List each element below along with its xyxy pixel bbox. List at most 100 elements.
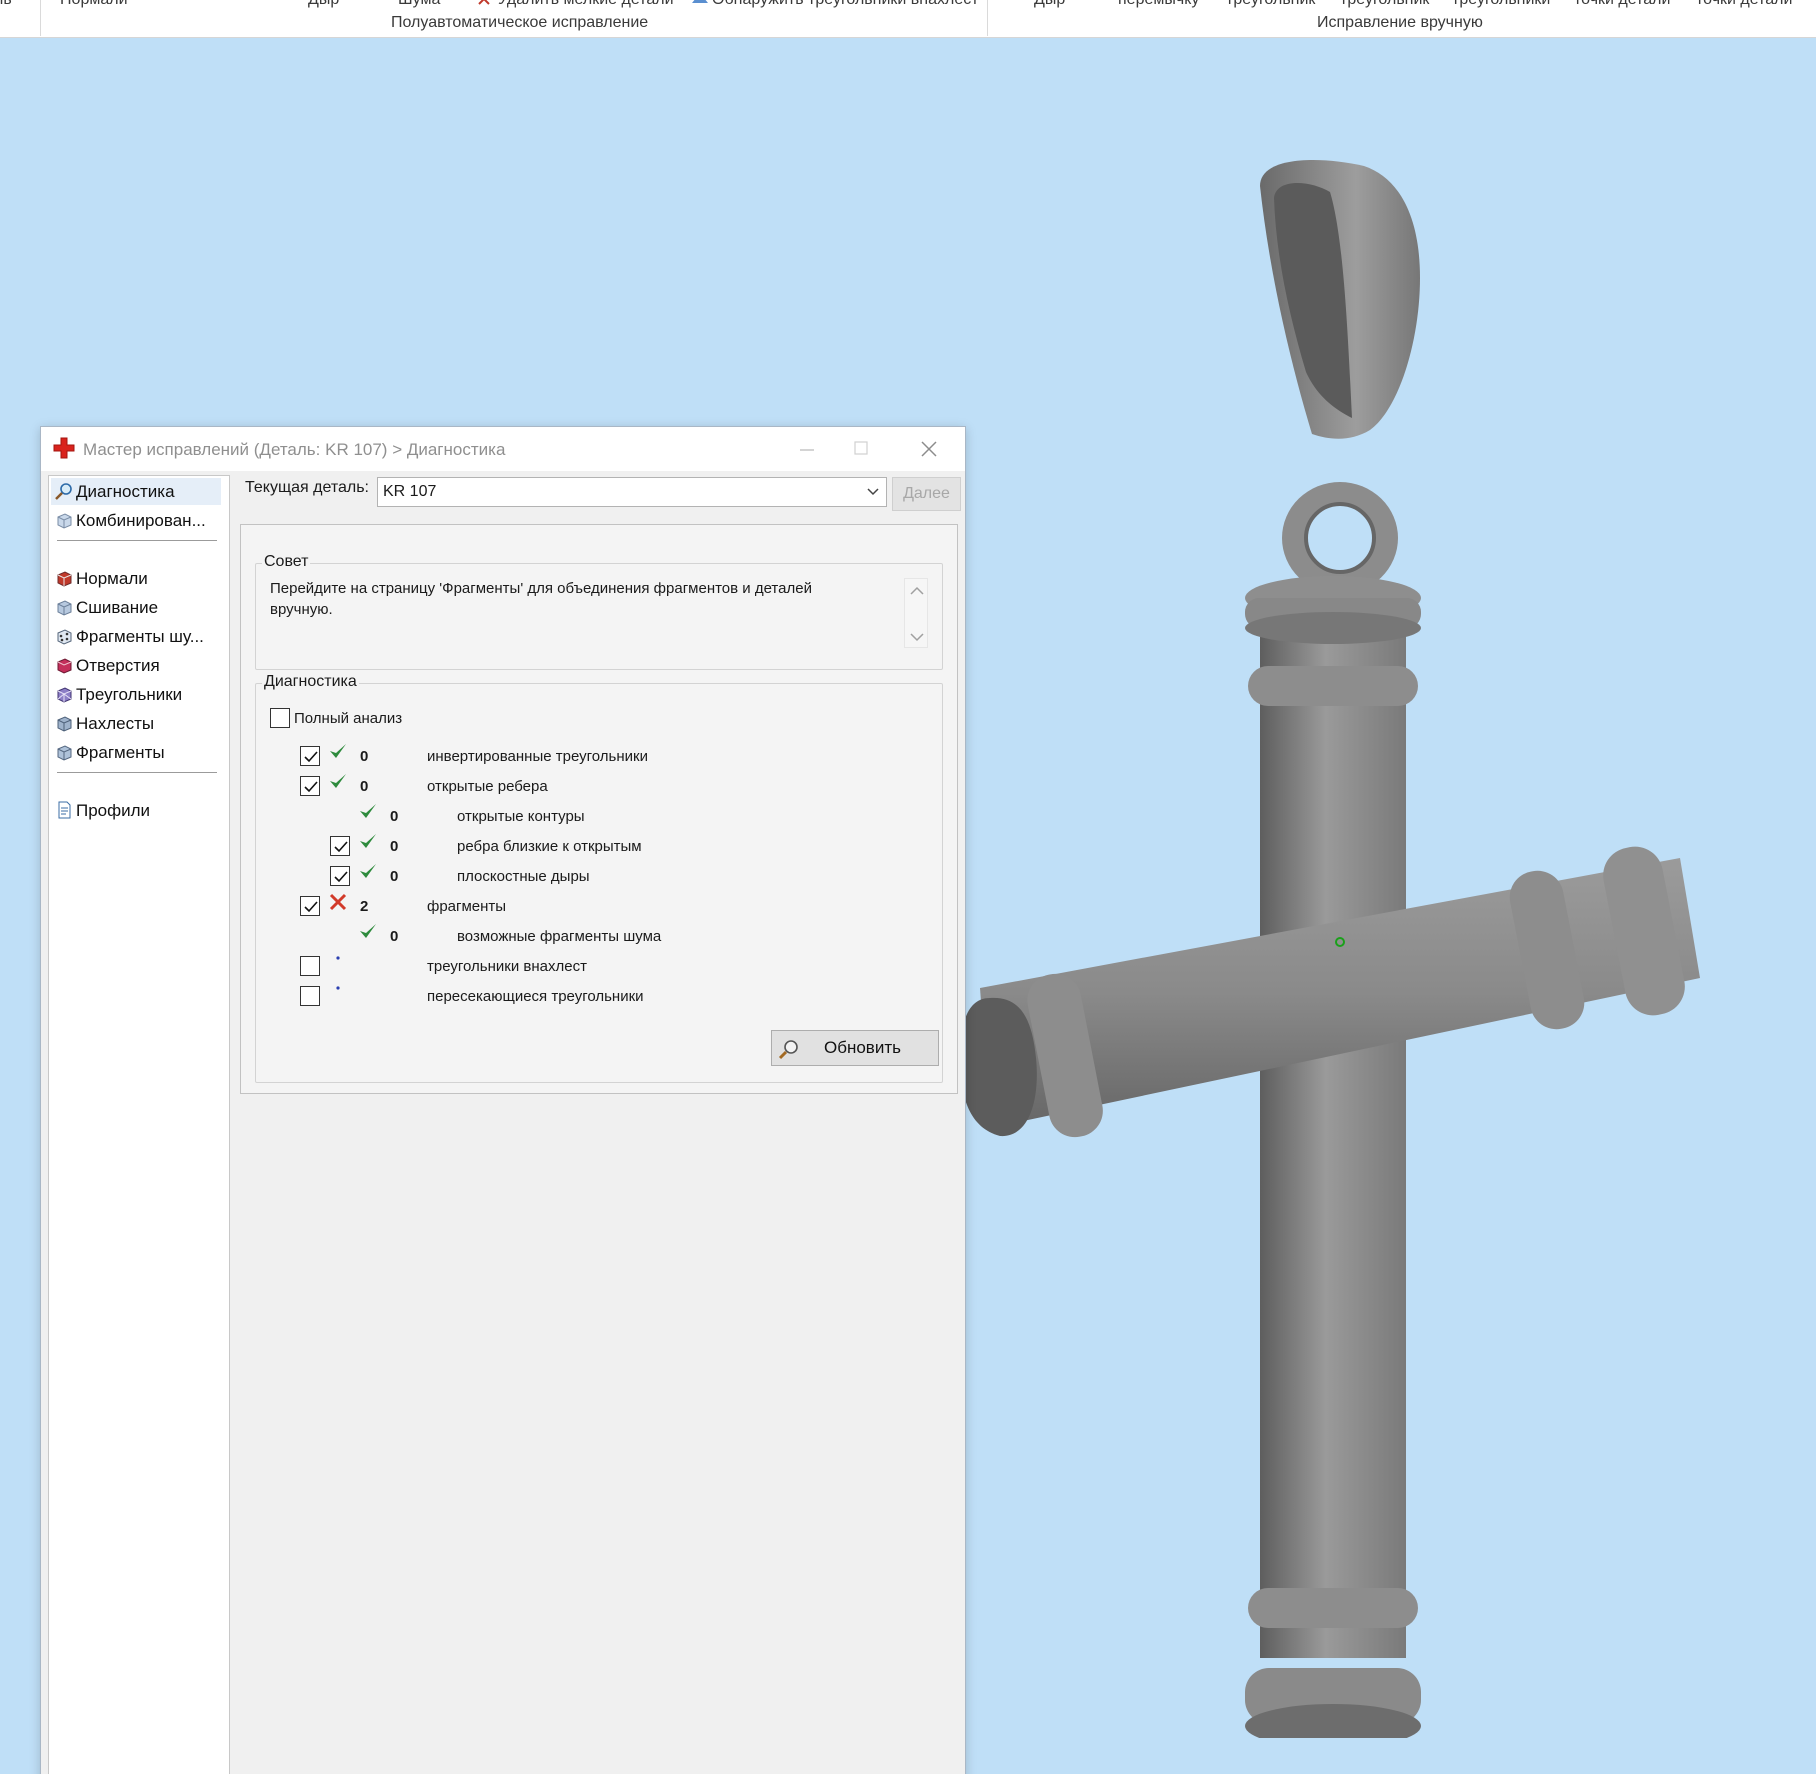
ribbon-normals-button[interactable]: Нормали <box>60 0 128 9</box>
nav-item-normals[interactable]: Нормали <box>51 565 221 592</box>
diagnostics-legend: Диагностика <box>262 673 359 691</box>
dialog-title: Мастер исправлений (Деталь: KR 107) > Ди… <box>83 440 506 459</box>
minimize-icon <box>800 449 814 451</box>
open-edges-checkbox[interactable] <box>300 776 320 796</box>
red-cross-icon <box>53 437 75 459</box>
minimize-button[interactable] <box>787 433 827 463</box>
current-part-dropdown[interactable]: KR 107 <box>377 477 887 507</box>
tip-scrollbar[interactable] <box>904 578 928 648</box>
check-icon <box>328 742 348 762</box>
ribbon-cut-label[interactable]: ль <box>0 0 12 9</box>
planar-holes-count: 0 <box>390 868 399 885</box>
ribbon-remove-small-button[interactable]: Удалить мелкие детали <box>476 0 674 9</box>
overlapping-triangles-checkbox[interactable] <box>300 956 320 976</box>
check-icon <box>358 802 378 822</box>
nav-item-noise-shells[interactable]: Фрагменты шу... <box>51 623 221 650</box>
ribbon-bridge-button[interactable]: перемычку <box>1118 0 1199 9</box>
full-analysis-row[interactable]: Полный анализ <box>270 706 470 732</box>
nav-item-overlaps[interactable]: Нахлесты <box>51 710 221 737</box>
ribbon-detect-overlaps-button[interactable]: Обнаружить треугольники внахлест <box>690 0 979 9</box>
nav-item-holes[interactable]: Отверстия <box>51 652 221 679</box>
ribbon-holes-button[interactable]: Дыр <box>308 0 339 9</box>
ribbon-divider <box>40 0 41 36</box>
nav-item-stitching[interactable]: Сшивание <box>51 594 221 621</box>
cube-icon <box>57 513 72 529</box>
diagnostics-group: Диагностика Полный анализ 0 инвертированн… <box>255 673 943 1083</box>
ribbon-add-triangle-button[interactable]: треугольник <box>1226 0 1315 9</box>
nav-item-triangles[interactable]: Треугольники <box>51 681 221 708</box>
chevron-down-icon <box>867 488 879 496</box>
shells-cube-icon <box>57 745 72 761</box>
refresh-button-label: Обновить <box>824 1038 901 1057</box>
tip-legend: Совет <box>262 553 311 571</box>
maximize-icon <box>854 441 868 455</box>
nav-separator <box>57 772 217 773</box>
ribbon: ль Нормали Дыр Шума Удалить мелкие детал… <box>0 0 1816 38</box>
dialog-titlebar[interactable]: Мастер исправлений (Деталь: KR 107) > Ди… <box>41 427 965 471</box>
nav-item-label: Сшивание <box>76 598 159 617</box>
diag-row-open-edges[interactable]: 0 открытые ребера <box>256 774 916 800</box>
nav-item-label: Профили <box>76 801 151 820</box>
diagnostics-panel: Совет Перейдите на страницу 'Фрагменты' … <box>240 524 958 1094</box>
overlapping-triangles-label: треугольники внахлест <box>427 958 587 975</box>
scroll-up-icon[interactable] <box>906 583 928 599</box>
full-analysis-checkbox[interactable] <box>270 708 290 728</box>
diag-row-near-open-edges[interactable]: 0 ребра близкие к открытым <box>256 834 916 860</box>
nav-separator <box>57 540 217 541</box>
holes-cube-icon <box>57 658 72 674</box>
nav-item-label: Треугольники <box>76 685 183 704</box>
ribbon-detect-overlaps-label: Обнаружить треугольники внахлест <box>712 0 979 8</box>
ribbon-remove-triangle-button[interactable]: треугольник <box>1340 0 1429 9</box>
check-icon <box>358 862 378 882</box>
nav-item-diagnostics[interactable]: Диагностика <box>51 478 221 505</box>
check-icon <box>328 772 348 792</box>
nav-item-shells[interactable]: Фрагменты <box>51 739 221 766</box>
ribbon-divider <box>987 0 988 36</box>
normals-cube-icon <box>57 571 72 587</box>
overlap-detect-icon <box>692 0 708 3</box>
ribbon-manual-holes-button[interactable]: Дыр <box>1034 0 1065 9</box>
dot-icon <box>328 982 348 1002</box>
close-button[interactable] <box>909 433 949 463</box>
ribbon-noise-button[interactable]: Шума <box>398 0 440 9</box>
ribbon-remove-small-label: Удалить мелкие детали <box>498 0 674 8</box>
diag-row-shells[interactable]: 2 фрагменты <box>256 893 916 920</box>
refresh-button[interactable]: Обновить <box>771 1030 939 1066</box>
check-icon <box>358 922 378 942</box>
planar-holes-checkbox[interactable] <box>330 866 350 886</box>
cross-pendant-model[interactable] <box>960 38 1720 1738</box>
close-icon <box>921 441 937 457</box>
diag-row-inverted-triangles[interactable]: 0 инвертированные треугольники <box>256 744 916 770</box>
planar-holes-label: плоскостные дыры <box>457 868 590 885</box>
ribbon-triangles-button[interactable]: треугольники <box>1452 0 1550 9</box>
ribbon-part-points-button[interactable]: точки детали <box>1574 0 1670 9</box>
next-button[interactable]: Далее <box>892 477 961 511</box>
shells-label: фрагменты <box>427 898 507 915</box>
near-open-edges-checkbox[interactable] <box>330 836 350 856</box>
inverted-triangles-count: 0 <box>360 748 369 765</box>
ribbon-part-points-button-2[interactable]: точки детали <box>1696 0 1792 9</box>
inverted-triangles-checkbox[interactable] <box>300 746 320 766</box>
diag-row-intersecting-triangles[interactable]: пересекающиеся треугольники <box>256 984 916 1010</box>
shells-checkbox[interactable] <box>300 896 320 916</box>
wizard-nav-list[interactable]: Диагностика Комбинирован... Нормали Сшив… <box>48 475 230 1774</box>
nav-item-profiles[interactable]: Профили <box>51 797 221 824</box>
nav-item-label: Нормали <box>76 569 148 588</box>
inverted-triangles-label: инвертированные треугольники <box>427 748 648 765</box>
full-analysis-label: Полный анализ <box>294 710 403 727</box>
open-contours-label: открытые контуры <box>457 808 585 825</box>
near-open-edges-label: ребра близкие к открытым <box>457 838 642 855</box>
magnifier-icon <box>55 483 72 500</box>
stitch-cube-icon <box>57 600 72 616</box>
magnifier-icon <box>778 1040 798 1060</box>
scroll-down-icon[interactable] <box>906 629 928 645</box>
vertical-bar <box>1245 576 1421 1738</box>
possible-noise-shells-count: 0 <box>390 928 399 945</box>
nav-item-label: Диагностика <box>76 482 175 501</box>
maximize-button[interactable] <box>841 433 881 463</box>
nav-item-combined[interactable]: Комбинирован... <box>51 507 221 534</box>
diag-row-planar-holes[interactable]: 0 плоскостные дыры <box>256 864 916 890</box>
intersecting-triangles-checkbox[interactable] <box>300 986 320 1006</box>
diag-row-overlapping-triangles[interactable]: треугольники внахлест <box>256 954 916 980</box>
nav-item-label: Комбинирован... <box>76 511 206 530</box>
